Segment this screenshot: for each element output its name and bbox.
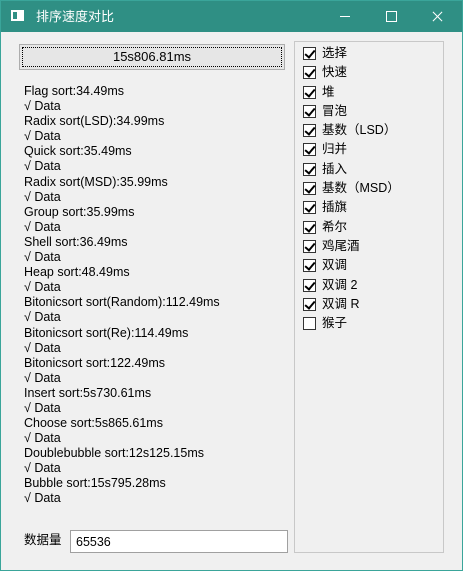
result-item: Group sort:35.99ms √ Data — [24, 205, 286, 235]
result-item: Bitonicsort sort(Random):112.49ms √ Data — [24, 295, 286, 325]
result-item: Radix sort(LSD):34.99ms √ Data — [24, 114, 286, 144]
result-data-status: √ Data — [24, 159, 61, 174]
result-timing-text: Bitonicsort sort(Random):112.49ms — [24, 295, 220, 310]
result-data-status: √ Data — [24, 431, 61, 446]
results-list: Flag sort:34.49ms √ Data Radix sort(LSD):3… — [24, 84, 286, 507]
result-timing-text: Doublebubble sort:12s125.15ms — [24, 446, 204, 461]
result-item: Choose sort:5s865.61ms √ Data — [24, 416, 286, 446]
result-item: Radix sort(MSD):35.99ms √ Data — [24, 175, 286, 205]
algorithm-label: 基数（MSD） — [322, 181, 400, 196]
checkbox-checked[interactable] — [303, 278, 316, 292]
result-item: Insert sort:5s730.61ms √ Data — [24, 386, 286, 416]
checkbox-checked[interactable] — [303, 201, 316, 215]
result-timing-text: Bitonicsort sort:122.49ms — [24, 355, 166, 370]
result-timing-text: Radix sort(LSD):34.99ms — [24, 114, 165, 129]
result-item: Bitonicsort sort(Re):114.49ms √ Data — [24, 326, 286, 356]
algorithm-label: 选择 — [322, 46, 348, 60]
algorithm-label: 双调 R — [322, 296, 360, 311]
algorithm-label: 双调 2 — [322, 277, 358, 292]
app-window: 排序速度对比 15s806.81ms Flag sort:34.49ms √ Da… — [0, 0, 463, 571]
results-panel: 15s806.81ms Flag sort:34.49ms √ Data Radix… — [11, 41, 288, 553]
result-item: Doublebubble sort:12s125.15ms √ Data — [24, 446, 286, 476]
result-data-status: √ Data — [24, 370, 61, 385]
result-item: Heap sort:48.49ms √ Data — [24, 265, 286, 295]
maximize-button[interactable] — [368, 1, 414, 32]
result-timing-text: Group sort:35.99ms — [24, 204, 135, 219]
close-button[interactable] — [414, 1, 460, 32]
run-sort-button[interactable]: 15s806.81ms — [19, 44, 285, 70]
algorithm-label: 归并 — [322, 142, 348, 157]
algorithm-label: 基数（LSD） — [322, 123, 397, 138]
result-timing-text: Quick sort:35.49ms — [24, 144, 132, 159]
result-timing-text: Radix sort(MSD):35.99ms — [24, 174, 168, 189]
result-timing-text: Insert sort:5s730.61ms — [24, 385, 152, 400]
algorithm-label: 猴子 — [322, 316, 348, 331]
checkbox-checked[interactable] — [303, 124, 316, 138]
window-title: 排序速度对比 — [36, 9, 115, 24]
result-data-status: √ Data — [24, 400, 61, 415]
result-data-status: √ Data — [24, 491, 61, 506]
algorithm-label: 快速 — [322, 65, 348, 80]
algorithm-label: 插旗 — [322, 200, 348, 215]
app-window-icon[interactable] — [11, 10, 24, 21]
result-item: Bitonicsort sort:122.49ms √ Data — [24, 356, 286, 386]
result-data-status: √ Data — [24, 219, 61, 234]
result-item: Quick sort:35.49ms √ Data — [24, 144, 286, 174]
checkbox-checked[interactable] — [303, 66, 316, 80]
checkbox-checked[interactable] — [303, 47, 316, 60]
result-data-status: √ Data — [24, 249, 61, 264]
result-item: Shell sort:36.49ms √ Data — [24, 235, 286, 265]
checkbox-checked[interactable] — [303, 297, 316, 311]
checkbox-unchecked[interactable] — [303, 317, 316, 331]
checkbox-checked[interactable] — [303, 259, 316, 273]
data-size-label: 数据量 — [24, 533, 62, 547]
result-data-status: √ Data — [24, 340, 61, 355]
checkbox-checked[interactable] — [303, 85, 316, 99]
algorithm-label: 双调 — [322, 258, 348, 273]
result-timing-text: Bubble sort:15s795.28ms — [24, 476, 166, 491]
algorithm-label: 希尔 — [322, 219, 348, 234]
algorithm-label: 堆 — [322, 84, 335, 99]
checkbox-checked[interactable] — [303, 182, 316, 196]
result-timing-text: Bitonicsort sort(Re):114.49ms — [24, 325, 189, 340]
checkbox-checked[interactable] — [303, 220, 316, 234]
checkbox-checked[interactable] — [303, 104, 316, 118]
minimize-button[interactable] — [322, 1, 368, 32]
algorithm-label: 鸡尾酒 — [322, 238, 360, 253]
result-item: Bubble sort:15s795.28ms √ Data — [24, 476, 286, 506]
data-size-input[interactable] — [70, 530, 288, 553]
result-timing-text: Heap sort:48.49ms — [24, 265, 130, 280]
result-data-status: √ Data — [24, 280, 61, 295]
result-timing-text: Flag sort:34.49ms — [24, 84, 125, 98]
title-bar[interactable]: 排序速度对比 — [1, 1, 462, 32]
result-data-status: √ Data — [24, 99, 61, 113]
result-data-status: √ Data — [24, 189, 61, 204]
result-data-status: √ Data — [24, 310, 61, 325]
algorithm-selection-panel: 选择快速堆冒泡基数（LSD） 归并插入基数（MSD） 插旗希尔鸡尾酒双调双调 2 双调… — [294, 41, 444, 553]
result-item: Flag sort:34.49ms √ Data — [24, 84, 286, 114]
result-timing-text: Choose sort:5s865.61ms — [24, 416, 163, 431]
result-data-status: √ Data — [24, 461, 61, 476]
result-timing-text: Shell sort:36.49ms — [24, 234, 128, 249]
result-data-status: √ Data — [24, 129, 61, 144]
checkbox-checked[interactable] — [303, 143, 316, 157]
checkbox-checked[interactable] — [303, 162, 316, 176]
checkbox-checked[interactable] — [303, 239, 316, 253]
algorithm-label: 插入 — [322, 161, 348, 176]
algorithm-label: 冒泡 — [322, 103, 348, 118]
